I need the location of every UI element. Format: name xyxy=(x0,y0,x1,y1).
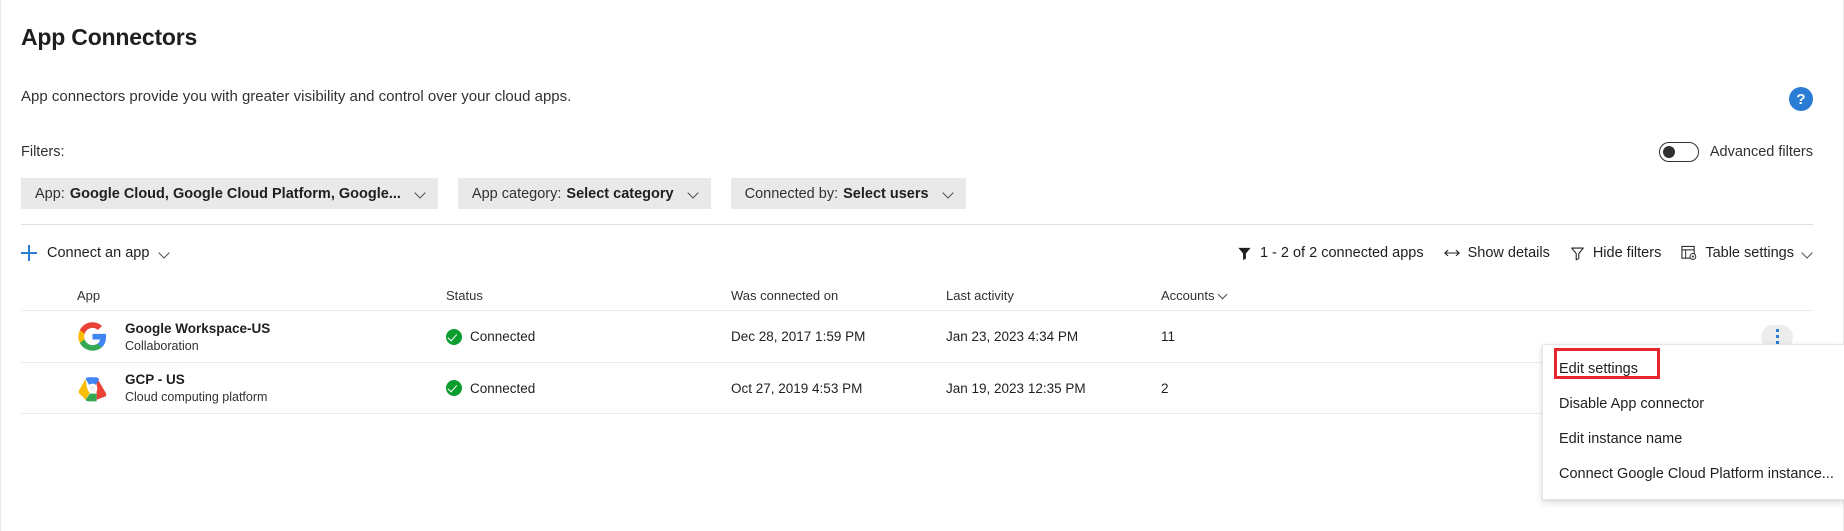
filter-pill-row: App: Google Cloud, Google Cloud Platform… xyxy=(21,178,966,209)
connected-on-value: Dec 28, 2017 1:59 PM xyxy=(731,329,866,344)
page-title: App Connectors xyxy=(21,24,198,50)
table-header-row: App Status Was connected on Last activit… xyxy=(21,280,1813,310)
filter-app[interactable]: App: Google Cloud, Google Cloud Platform… xyxy=(21,178,438,209)
table-settings-icon xyxy=(1681,245,1697,261)
app-cell: GCP - US Cloud computing platform xyxy=(77,372,267,404)
last-activity-value: Jan 23, 2023 4:34 PM xyxy=(946,329,1079,344)
column-header-accounts-label: Accounts xyxy=(1161,287,1215,303)
accounts-value: 11 xyxy=(1161,329,1176,344)
chevron-down-icon xyxy=(943,188,954,199)
column-header-accounts[interactable]: Accounts xyxy=(1161,288,1301,303)
hide-filters-label: Hide filters xyxy=(1592,245,1662,261)
column-header-status: Status xyxy=(446,287,483,303)
filter-app-category[interactable]: App category: Select category xyxy=(457,178,711,209)
command-bar-right: 1 - 2 of 2 connected apps Show details H… xyxy=(1237,245,1813,261)
expand-horizontal-icon xyxy=(1443,247,1460,259)
menu-item-edit-instance-name[interactable]: Edit instance name xyxy=(1543,421,1844,456)
status-badge: Connected xyxy=(446,380,731,396)
hide-filters-button[interactable]: Hide filters xyxy=(1570,245,1662,261)
filter-connected-by-prefix: Connected by: xyxy=(744,185,839,202)
app-category: Collaboration xyxy=(125,338,199,353)
plus-icon xyxy=(21,245,37,261)
google-g-logo xyxy=(78,322,107,351)
column-header-last-activity: Last activity xyxy=(946,287,1014,303)
help-icon[interactable]: ? xyxy=(1789,87,1813,111)
section-divider xyxy=(21,224,1813,225)
page-subtitle: App connectors provide you with greater … xyxy=(21,88,572,105)
table-settings-button[interactable]: Table settings xyxy=(1681,245,1813,261)
check-circle-icon xyxy=(446,328,462,345)
chevron-down-icon xyxy=(159,248,170,259)
row-context-menu: Edit settings Disable App connector Edit… xyxy=(1542,344,1844,500)
column-header-was-connected-on: Was connected on xyxy=(731,287,839,303)
menu-item-edit-settings[interactable]: Edit settings xyxy=(1543,351,1844,386)
connected-apps-count-label: 1 - 2 of 2 connected apps xyxy=(1259,245,1424,261)
advanced-filters-control[interactable]: Advanced filters xyxy=(1658,142,1813,162)
filter-connected-by[interactable]: Connected by: Select users xyxy=(730,178,966,209)
check-circle-icon xyxy=(446,380,462,396)
menu-item-connect-gcp-instance[interactable]: Connect Google Cloud Platform instance..… xyxy=(1543,456,1844,491)
advanced-filters-label: Advanced filters xyxy=(1709,144,1813,160)
menu-item-disable-app-connector[interactable]: Disable App connector xyxy=(1543,386,1844,421)
connected-apps-count: 1 - 2 of 2 connected apps xyxy=(1237,245,1424,261)
app-connectors-page: App Connectors App connectors provide yo… xyxy=(0,0,1844,531)
app-cell: Google Workspace-US Collaboration xyxy=(77,321,270,353)
show-details-button[interactable]: Show details xyxy=(1443,245,1550,261)
app-name: GCP - US xyxy=(125,372,185,387)
status-label: Connected xyxy=(470,380,536,396)
chevron-down-icon xyxy=(1802,248,1813,259)
accounts-value: 2 xyxy=(1161,380,1169,396)
status-label: Connected xyxy=(470,329,536,344)
app-category: Cloud computing platform xyxy=(125,390,268,404)
table-settings-label: Table settings xyxy=(1705,245,1794,261)
toggle-knob xyxy=(1662,146,1675,158)
filter-connected-by-value: Select users xyxy=(843,185,929,202)
chevron-down-icon xyxy=(415,188,426,199)
connect-an-app-button[interactable]: Connect an app xyxy=(21,245,170,261)
filter-funnel-icon xyxy=(1237,246,1252,261)
connect-an-app-label: Connect an app xyxy=(47,245,150,261)
show-details-label: Show details xyxy=(1467,245,1550,261)
filter-app-value: Google Cloud, Google Cloud Platform, Goo… xyxy=(69,185,401,202)
command-bar: Connect an app 1 - 2 of 2 connected apps… xyxy=(21,236,1813,270)
last-activity-value: Jan 19, 2023 12:35 PM xyxy=(946,380,1086,396)
app-name: Google Workspace-US xyxy=(125,320,271,336)
google-cloud-platform-logo xyxy=(78,376,107,401)
filter-app-category-value: Select category xyxy=(566,185,674,202)
chevron-down-icon xyxy=(1219,291,1228,300)
column-header-app: App xyxy=(77,287,101,303)
filter-outline-icon xyxy=(1570,246,1585,261)
filter-app-category-prefix: App category: xyxy=(471,185,562,202)
filters-label: Filters: xyxy=(21,144,65,160)
filter-app-prefix: App: xyxy=(35,185,65,202)
connected-on-value: Oct 27, 2019 4:53 PM xyxy=(731,380,863,396)
advanced-filters-toggle[interactable] xyxy=(1658,142,1699,162)
chevron-down-icon xyxy=(688,188,699,199)
status-badge: Connected xyxy=(446,328,731,345)
